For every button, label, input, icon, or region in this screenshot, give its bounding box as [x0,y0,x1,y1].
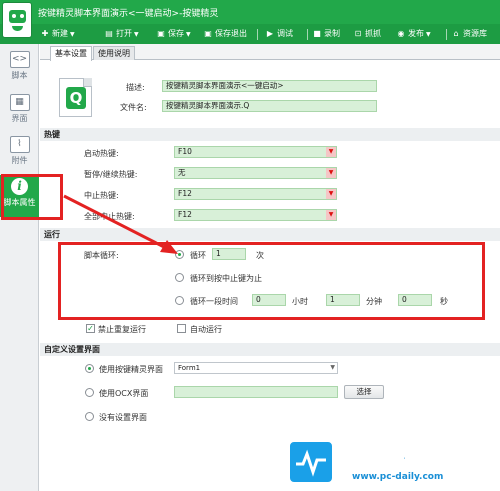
sidebar-item-script[interactable]: <> 脚本 [0,48,39,90]
capture-icon: ⊡ [354,29,362,38]
stop-hotkey-select[interactable]: F12 ▼ [174,188,337,200]
use-script-ui-radio[interactable] [85,364,94,373]
watermark-url: www.pc-daily.com [352,472,444,482]
tab-instructions[interactable]: 使用说明 [93,46,135,60]
ocx-path-field[interactable] [174,386,338,398]
chevron-down-icon: ▼ [330,364,335,371]
sidebar-item-ui[interactable]: ▦ 界面 [0,91,39,133]
robot-eye [12,14,16,18]
pause-hotkey-label: 暂停/继续热键: [84,170,138,179]
tab-basic-settings[interactable]: 基本设置 [50,46,92,61]
watermark: 电脑百科知识 www.pc-daily.com [282,432,500,491]
no-repeat-checkbox[interactable]: ✓ [86,324,95,333]
dropdown-arrow-icon: ▼ [326,210,336,220]
library-icon: ⌂ [453,29,459,38]
record-button[interactable]: ■ 录制 [312,28,340,41]
stop-hotkey-label: 中止热键: [84,191,119,200]
chevron-down-icon: ▼ [134,31,139,38]
no-ui-radio[interactable] [85,412,94,421]
description-field[interactable]: 按键精灵脚本界面演示<一键启动> [162,80,377,92]
app-logo [2,2,32,38]
auto-run-checkbox[interactable] [177,324,186,333]
open-button[interactable]: ▤ 打开 ▼ [104,28,139,41]
folder-icon: ▤ [105,29,113,38]
all-stop-hotkey-select[interactable]: F12 ▼ [174,209,337,221]
plus-icon: ✚ [41,29,49,38]
resources-button[interactable]: ⌂ 资源库 [451,28,487,41]
chevron-down-icon: ▼ [426,31,431,38]
save-button[interactable]: ▣ 保存 ▼ [156,28,191,41]
toolbar-divider [446,29,447,40]
all-stop-hotkey-label: 全部中止热键: [84,212,135,221]
use-ocx-radio[interactable] [85,388,94,397]
use-script-ui-label: 使用按键精灵界面 [99,365,163,374]
robot-eye [20,14,24,18]
chevron-down-icon: ▼ [70,31,75,38]
no-ui-label: 没有设置界面 [99,413,147,422]
use-ocx-label: 使用OCX界面 [99,389,149,398]
toolbar-divider [257,29,258,40]
pause-hotkey-select[interactable]: 无 ▼ [174,167,337,179]
sidebar-item-label: 附件 [11,156,28,165]
sidebar-item-label: 脚本 [11,71,28,80]
hotkey-section-header: 热键 [40,128,500,141]
chevron-down-icon: ▼ [186,31,191,38]
floppy-exit-icon: ▣ [204,29,212,38]
save-exit-button[interactable]: ▣ 保存退出 [203,28,247,41]
robot-mouth [12,26,23,31]
start-hotkey-label: 启动热键: [84,149,119,158]
custom-ui-section-header: 自定义设置界面 [40,343,500,356]
watermark-brand: 电脑百科知识 [340,447,461,472]
toolbar-divider [307,29,308,40]
filename-label: 文件名: [120,103,147,112]
camera-icon: ■ [313,29,321,38]
description-label: 描述: [126,83,145,92]
play-icon: ▶ [266,29,274,38]
form-select[interactable]: Form1 ▼ [174,362,338,374]
sidebar: <> 脚本 ▦ 界面 ⌇ 附件 i 脚本属性 [0,44,39,491]
toolbar: ✚ 新建 ▼ ▤ 打开 ▼ ▣ 保存 ▼ ▣ 保存退出 ▶ 调试 ■ 录制 ⊡ 抓抓 ◉ 发布 ▼ ⌂ 资… [0,24,500,44]
run-section-header: 运行 [40,228,500,241]
title-bar: 按键精灵脚本界面演示<一键启动>-按键精灵 [0,0,500,24]
dropdown-arrow-icon: ▼ [326,147,336,157]
auto-run-label: 自动运行 [190,325,222,334]
sidebar-item-attachment[interactable]: ⌇ 附件 [0,133,39,175]
code-icon: <> [9,51,30,68]
browse-button[interactable]: 选择 [344,385,384,399]
start-hotkey-select[interactable]: F10 ▼ [174,146,337,158]
no-repeat-label: 禁止重复运行 [98,325,146,334]
filename-field[interactable]: 按键精灵脚本界面演示.Q [162,100,377,112]
new-button[interactable]: ✚ 新建 ▼ [40,28,75,41]
sidebar-highlight-box [1,174,63,220]
debug-button[interactable]: ▶ 调试 [265,28,293,41]
sidebar-item-label: 界面 [11,114,28,123]
grid-icon: ▦ [9,94,30,111]
window-title: 按键精灵脚本界面演示<一键启动>-按键精灵 [38,9,219,19]
monitor-logo-icon [288,440,334,484]
paperclip-icon: ⌇ [9,136,30,153]
dropdown-arrow-icon: ▼ [326,168,336,178]
publish-button[interactable]: ◉ 发布 ▼ [396,28,431,41]
script-file-icon: Q [59,78,92,117]
floppy-icon: ▣ [157,29,165,38]
dropdown-arrow-icon: ▼ [326,189,336,199]
loop-settings-highlight-box [58,242,485,320]
capture-button[interactable]: ⊡ 抓抓 [353,28,381,41]
tab-bar: 基本设置 使用说明 [40,44,500,61]
publish-icon: ◉ [397,29,405,38]
